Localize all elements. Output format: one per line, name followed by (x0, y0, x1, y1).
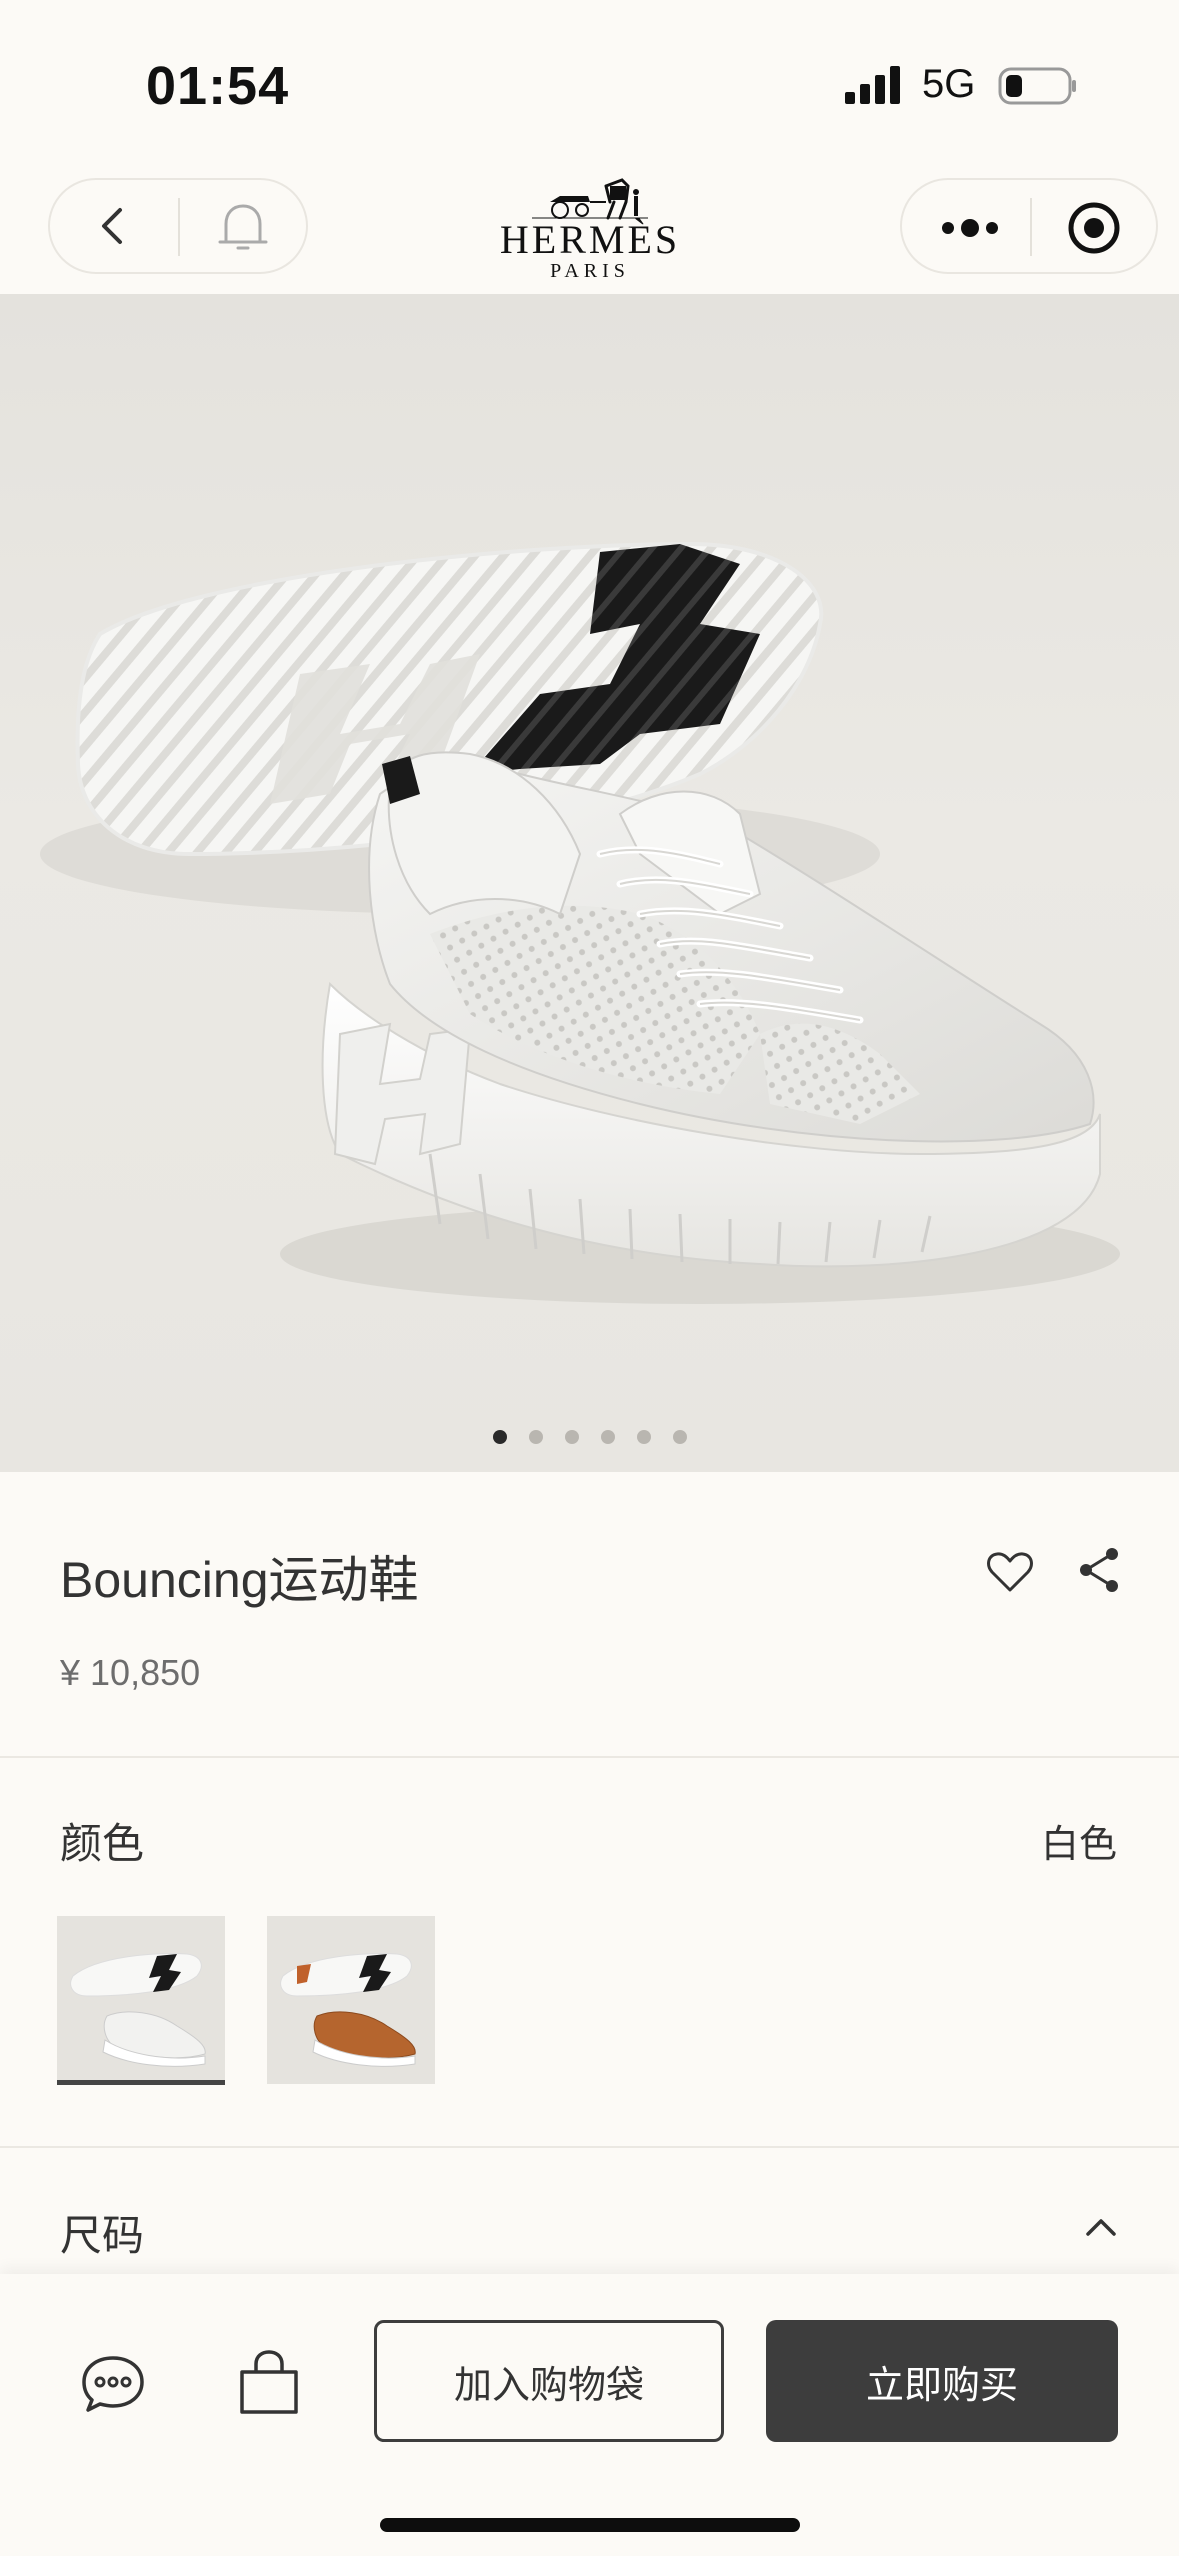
chat-icon[interactable] (80, 2354, 146, 2414)
product-image-carousel[interactable] (0, 294, 1179, 1472)
tan-sneaker-thumbnail (267, 1916, 435, 2084)
selected-color: 白色 (1040, 1824, 1117, 1866)
carousel-dot[interactable] (528, 1430, 543, 1444)
nav-left-capsule (48, 178, 308, 274)
heart-icon[interactable] (984, 1546, 1036, 1598)
shopping-bag-icon[interactable] (236, 2348, 302, 2416)
share-icon[interactable] (1074, 1544, 1126, 1596)
bottom-action-bar: 加入购物袋 立即购买 (0, 2274, 1179, 2556)
color-swatch-tan[interactable] (267, 1916, 435, 2084)
status-time: 01:54 (146, 56, 290, 116)
selected-swatch-indicator (57, 2080, 225, 2085)
brand-city: PARIS (550, 260, 630, 282)
home-indicator[interactable] (380, 2518, 800, 2532)
buy-now-button[interactable]: 立即购买 (766, 2320, 1118, 2442)
bell-icon[interactable] (214, 200, 272, 256)
more-dots-icon[interactable] (936, 204, 1004, 252)
battery-icon (998, 67, 1076, 105)
white-sneaker-thumbnail (57, 1916, 225, 2084)
signal-icon (845, 66, 900, 104)
target-icon[interactable] (1066, 200, 1122, 256)
brand-name: HERMÈS (499, 217, 681, 262)
nav-right-capsule (900, 178, 1158, 274)
carousel-dots (0, 1430, 1179, 1450)
nav-divider (178, 198, 180, 256)
product-title: Bouncing运动鞋 (60, 1552, 419, 1608)
carousel-dot[interactable] (600, 1430, 615, 1444)
chevron-left-icon[interactable] (90, 202, 138, 250)
color-label: 颜色 (60, 1820, 145, 1867)
carriage-logo-icon (532, 178, 648, 220)
chevron-up-icon[interactable] (1080, 2206, 1122, 2248)
carousel-dot[interactable] (672, 1430, 687, 1444)
sneaker-image (40, 541, 1120, 1304)
color-swatch-white[interactable] (57, 1916, 225, 2084)
status-bar: 01:54 5G (0, 0, 1179, 170)
product-price: ¥ 10,850 (60, 1652, 201, 1693)
size-label: 尺码 (60, 2212, 145, 2259)
divider (0, 2146, 1179, 2148)
carousel-dot[interactable] (492, 1430, 507, 1444)
network-type: 5G (922, 62, 976, 106)
carousel-dot[interactable] (636, 1430, 651, 1444)
add-to-bag-button[interactable]: 加入购物袋 (374, 2320, 724, 2442)
brand-logo: HERMÈS PARIS (480, 172, 700, 292)
carousel-dot[interactable] (564, 1430, 579, 1444)
divider (0, 1756, 1179, 1758)
nav-divider (1030, 198, 1032, 256)
